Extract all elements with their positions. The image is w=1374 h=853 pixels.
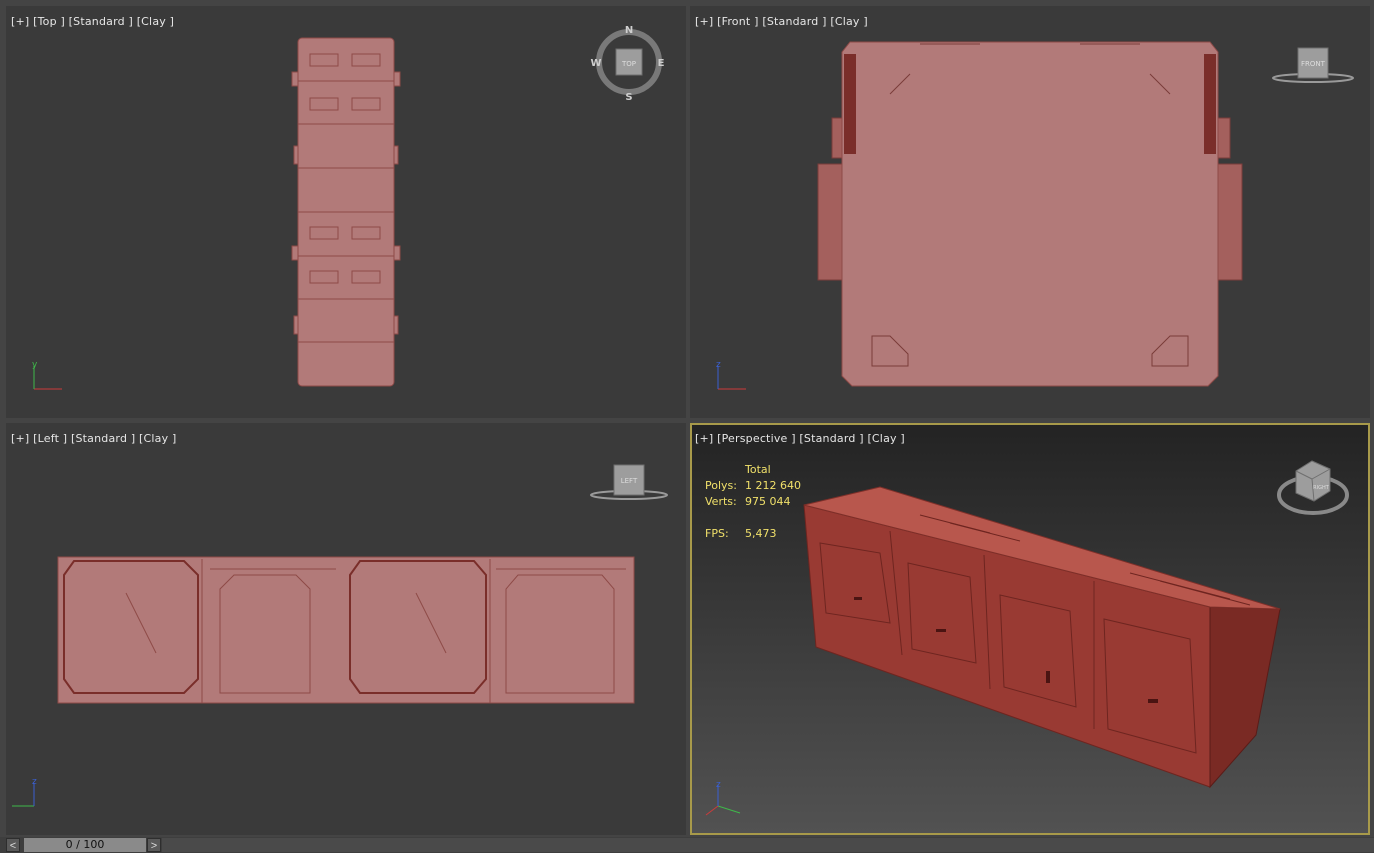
viewport-top[interactable]: [+] [Top ] [Standard ] [Clay ] y TOP N S…: [6, 6, 686, 418]
left-view-scene: z LEFT: [12, 464, 668, 807]
viewcube[interactable]: FRONT: [1272, 47, 1354, 83]
axis-tripod: [717, 366, 746, 390]
viewcube-face-label: FRONT: [1301, 60, 1326, 68]
viewcube[interactable]: TOP N S E W: [590, 25, 664, 103]
compass-s-label: S: [625, 92, 632, 103]
compass-w-label: W: [590, 58, 601, 69]
prev-frame-button[interactable]: <: [6, 838, 20, 852]
viewcube-face-label: LEFT: [621, 477, 638, 485]
viewport-perspective[interactable]: [+] [Perspective ] [Standard ] [Clay ] T…: [690, 423, 1370, 835]
top-view-scene: y TOP N S E W: [32, 25, 665, 390]
front-view-scene: z FRONT: [716, 41, 1354, 390]
axis-tripod: [33, 366, 62, 390]
viewport-left[interactable]: [+] [Left ] [Standard ] [Clay ] z LEFT: [6, 423, 686, 835]
time-slider[interactable]: 0 / 100: [24, 838, 146, 852]
axis-y-label: y: [32, 360, 38, 370]
axis-z-label: z: [716, 780, 721, 790]
axis-z-label: z: [716, 360, 721, 370]
timeline-bar: < 0 / 100 >: [0, 837, 1374, 853]
compass-e-label: E: [658, 58, 665, 69]
axis-z-label: z: [32, 777, 37, 787]
compass-n-label: N: [625, 25, 633, 36]
viewport-front[interactable]: [+] [Front ] [Standard ] [Clay ] z FRONT: [690, 6, 1370, 418]
viewcube[interactable]: LEFT: [590, 464, 668, 500]
timeline-track[interactable]: [162, 838, 1374, 852]
next-frame-button[interactable]: >: [147, 838, 161, 852]
viewcube[interactable]: RIGHT: [1277, 460, 1349, 515]
viewcube-face-label: RIGHT: [1313, 485, 1330, 491]
axis-tripod: [12, 783, 35, 807]
perspective-scene: z RIGHT: [705, 460, 1349, 816]
axis-tripod: [705, 785, 741, 816]
viewcube-face-label: TOP: [621, 60, 636, 68]
